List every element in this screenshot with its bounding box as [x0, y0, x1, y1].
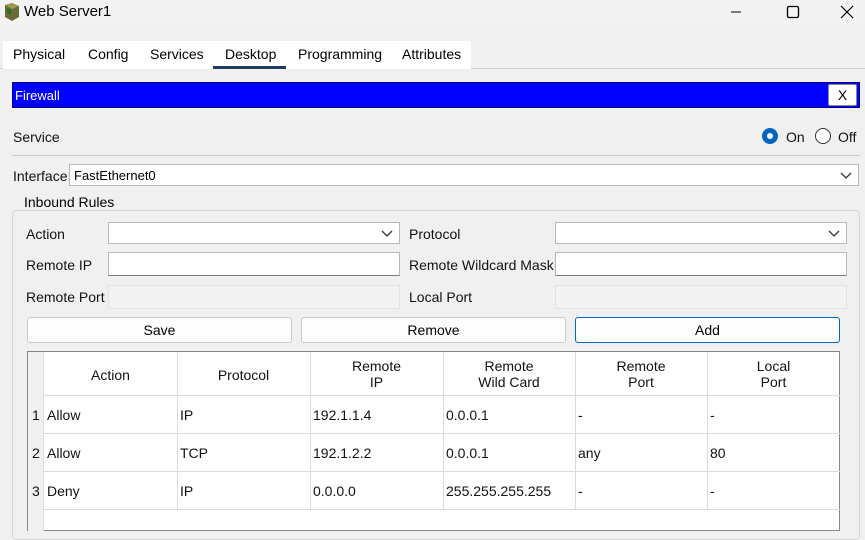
service-on-radio[interactable] [762, 128, 778, 144]
local-port-label: Local Port [409, 289, 473, 305]
cell-action: Allow [47, 445, 81, 461]
tab-config[interactable]: Config [88, 46, 128, 62]
chevron-down-icon [840, 172, 852, 179]
action-select[interactable] [108, 222, 400, 244]
firewall-close-button[interactable]: X [828, 84, 857, 106]
remote-wildcard-mask-label: Remote Wildcard Mask [409, 257, 554, 273]
service-on-label: On [786, 129, 805, 145]
row-number: 3 [32, 483, 40, 499]
grid-line [44, 471, 840, 472]
protocol-label: Protocol [409, 226, 461, 242]
action-label: Action [26, 226, 65, 242]
grid-line [44, 433, 840, 434]
cell-remote-ip: 192.1.1.4 [313, 407, 372, 423]
remove-button[interactable]: Remove [301, 317, 566, 343]
cell-action: Allow [47, 407, 81, 423]
service-label: Service [13, 129, 60, 145]
column-header-protocol[interactable]: Protocol [177, 367, 310, 383]
maximize-icon [786, 5, 800, 19]
column-header-action[interactable]: Action [44, 367, 177, 383]
row-number: 1 [32, 407, 40, 423]
inbound-rules-legend: Inbound Rules [21, 194, 118, 210]
grid-line [44, 509, 840, 510]
divider [12, 155, 860, 156]
service-off-label: Off [838, 129, 857, 145]
cell-local-port: - [710, 483, 715, 499]
cell-wildcard: 0.0.0.1 [446, 445, 489, 461]
row-number-gutter [28, 352, 44, 532]
save-button[interactable]: Save [27, 317, 292, 343]
close-icon [840, 5, 853, 19]
interface-select[interactable]: FastEthernet0 [69, 164, 859, 186]
app-icon [5, 3, 19, 21]
minimize-button[interactable] [713, 0, 759, 24]
cell-local-port: 80 [710, 445, 726, 461]
cell-remote-ip: 192.1.2.2 [313, 445, 372, 461]
firewall-title: Firewall [15, 88, 60, 103]
rules-table: Action Protocol Remote IP Remote Wild Card… [27, 351, 840, 532]
column-header-remote-port[interactable]: Remote Port [575, 358, 707, 390]
column-header-remote-ip[interactable]: Remote IP [310, 358, 443, 390]
tab-programming[interactable]: Programming [298, 46, 382, 62]
maximize-button[interactable] [770, 0, 816, 24]
remote-wildcard-mask-input[interactable] [555, 252, 847, 276]
interface-value: FastEthernet0 [74, 168, 156, 183]
cell-action: Deny [47, 483, 80, 499]
tab-services[interactable]: Services [150, 46, 204, 62]
window-title: Web Server1 [24, 3, 112, 20]
service-off-radio[interactable] [815, 128, 831, 144]
tab-desktop[interactable]: Desktop [225, 46, 276, 62]
cell-protocol: IP [180, 407, 194, 423]
title-bar: Web Server1 [0, 0, 865, 24]
cell-wildcard: 255.255.255.255 [446, 483, 552, 499]
column-header-remote-wild-card[interactable]: Remote Wild Card [443, 358, 575, 390]
remote-ip-input[interactable] [108, 252, 400, 276]
tab-attributes[interactable]: Attributes [402, 46, 461, 62]
tab-bar: Physical Config Services Desktop Program… [0, 41, 865, 69]
interface-label: Interface [13, 168, 68, 184]
column-header-local-port[interactable]: Local Port [707, 358, 840, 390]
firewall-header: Firewall X [12, 82, 860, 108]
minimize-icon [731, 11, 741, 13]
remote-port-input [108, 285, 400, 309]
row-number: 2 [32, 445, 40, 461]
active-tab-indicator [213, 66, 286, 69]
local-port-input [555, 285, 847, 309]
remote-ip-label: Remote IP [26, 257, 93, 273]
protocol-select[interactable] [555, 222, 847, 244]
tab-physical[interactable]: Physical [13, 46, 65, 62]
chevron-down-icon [381, 230, 393, 237]
add-button[interactable]: Add [575, 317, 840, 343]
close-window-button[interactable] [828, 0, 865, 24]
chevron-down-icon [828, 230, 840, 237]
cell-protocol: IP [180, 483, 194, 499]
cell-remote-port: any [578, 445, 601, 461]
cell-remote-port: - [578, 407, 583, 423]
cell-wildcard: 0.0.0.1 [446, 407, 489, 423]
grid-line [44, 395, 840, 396]
cell-remote-port: - [578, 483, 583, 499]
cell-local-port: - [710, 407, 715, 423]
remote-port-label: Remote Port [26, 289, 105, 305]
cell-protocol: TCP [180, 445, 208, 461]
cell-remote-ip: 0.0.0.0 [313, 483, 356, 499]
